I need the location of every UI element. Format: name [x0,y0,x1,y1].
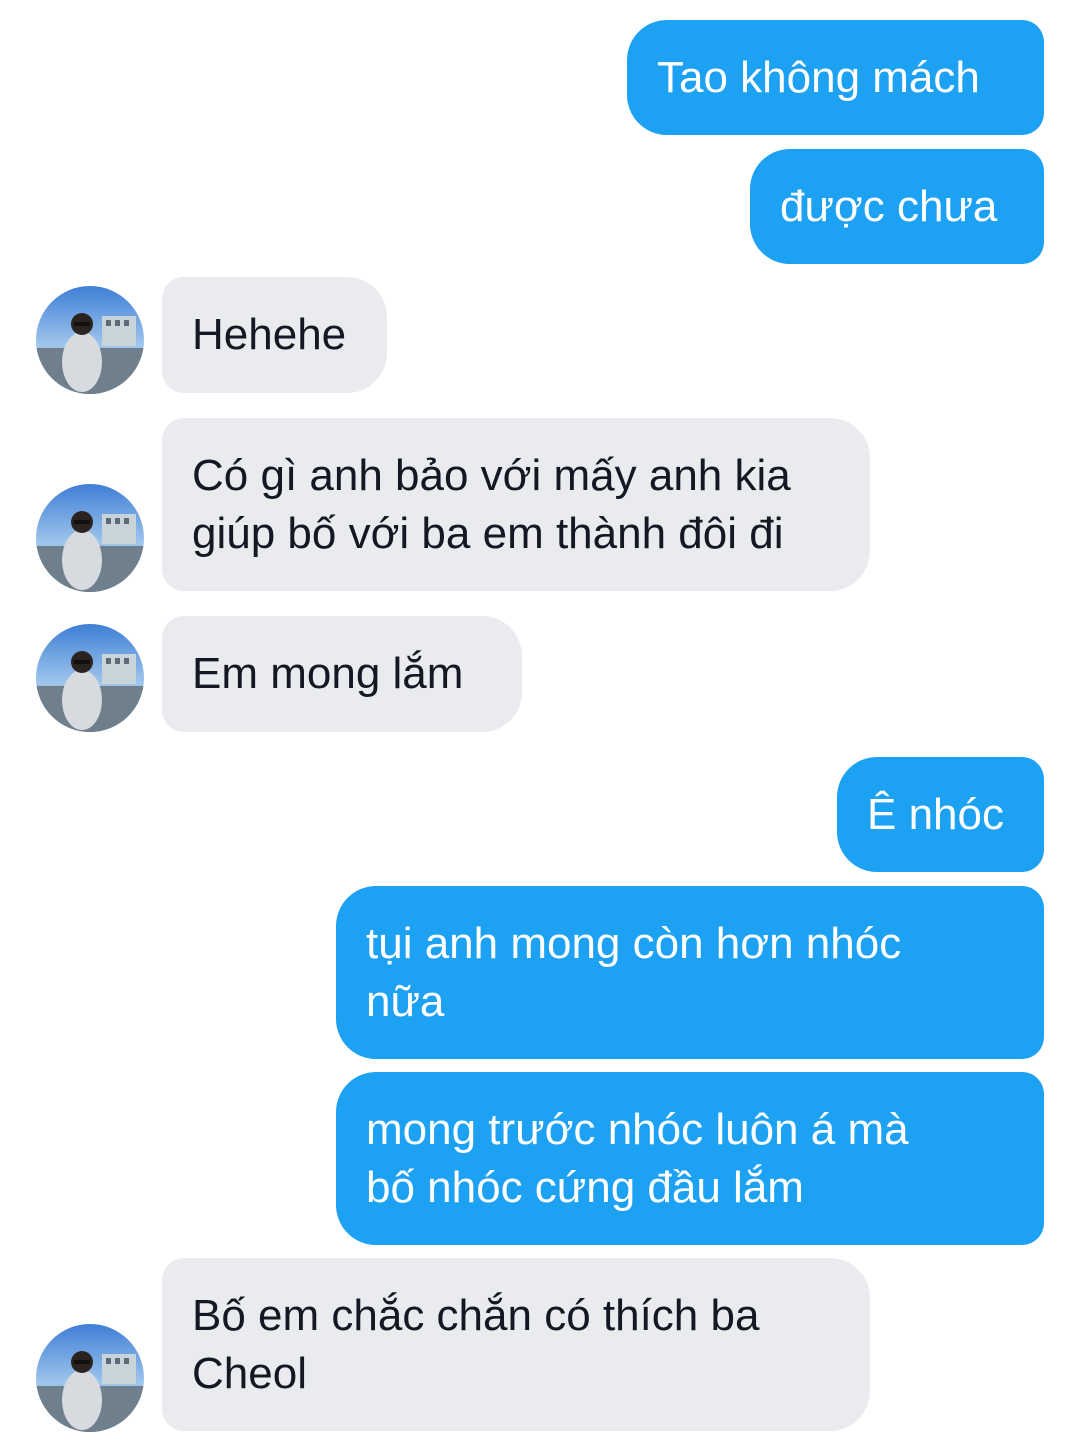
message-text: Em mong lắm [192,649,464,698]
avatar-photo-icon [36,624,144,732]
message-text: được chưa [780,181,998,231]
contact-avatar[interactable] [36,624,144,732]
message-text: tụi anh mong còn hơn nhóc nữa [366,918,902,1026]
message-bubble-incoming[interactable]: Bố em chắc chắn có thích ba Cheol [162,1258,870,1431]
message-bubble-outgoing[interactable]: được chưa [750,149,1044,264]
message-text: Hehehe [192,310,347,359]
message-bubble-outgoing[interactable]: tụi anh mong còn hơn nhóc nữa [336,886,1044,1059]
message-text: Bố em chắc chắn có thích ba Cheol [192,1290,760,1398]
contact-avatar[interactable] [36,1324,144,1432]
message-text: Ê nhóc [867,789,1004,839]
message-text: mong trước nhóc luôn á mà bố nhóc cứng đ… [366,1104,909,1212]
message-text: Có gì anh bảo với mấy anh kia giúp bố vớ… [192,450,791,558]
message-bubble-incoming[interactable]: Em mong lắm [162,616,522,732]
message-bubble-outgoing[interactable]: Ê nhóc [837,757,1044,872]
message-text: Tao không mách [657,52,980,102]
avatar-photo-icon [36,484,144,592]
message-bubble-incoming[interactable]: Có gì anh bảo với mấy anh kia giúp bố vớ… [162,418,870,591]
contact-avatar[interactable] [36,286,144,394]
message-bubble-outgoing[interactable]: mong trước nhóc luôn á mà bố nhóc cứng đ… [336,1072,1044,1245]
message-bubble-incoming[interactable]: Hehehe [162,277,387,393]
message-bubble-outgoing[interactable]: Tao không mách [627,20,1044,135]
contact-avatar[interactable] [36,484,144,592]
avatar-photo-icon [36,286,144,394]
avatar-photo-icon [36,1324,144,1432]
